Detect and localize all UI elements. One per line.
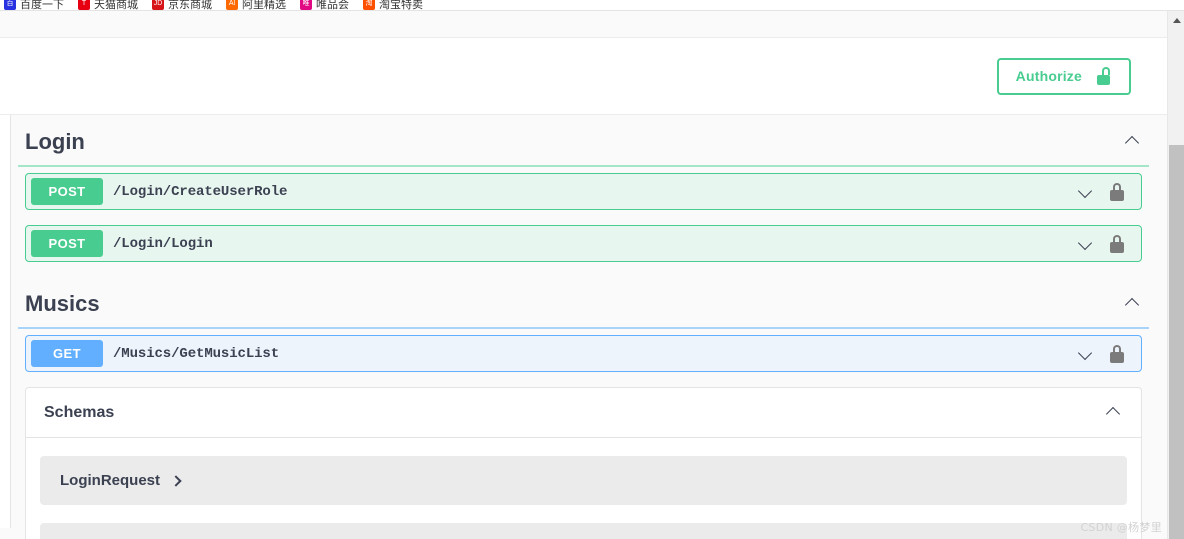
chevron-up-icon[interactable] <box>1124 295 1142 313</box>
method-badge: POST <box>31 178 103 205</box>
chevron-up-icon[interactable] <box>1124 133 1142 151</box>
swagger-ui-page: 百 百度一下 T 天猫商城 JD 京东商城 Al 阿里精选 唯 唯品会 淘 淘宝… <box>0 0 1184 539</box>
chevron-down-icon[interactable] <box>1077 235 1095 253</box>
bookmark-label: 京东商城 <box>168 0 212 11</box>
authorize-header-band: Authorize <box>0 38 1167 115</box>
tag-title: Musics <box>25 291 100 316</box>
operation-row[interactable]: GET /Musics/GetMusicList <box>25 335 1142 372</box>
method-badge: GET <box>31 340 103 367</box>
page-top-strip <box>0 11 1167 38</box>
bookmark-item[interactable]: 唯 唯品会 <box>300 0 349 11</box>
schemas-body: LoginRequest ResponseResult <box>26 438 1141 539</box>
jd-favicon-icon: JD <box>152 0 164 10</box>
schema-model-row[interactable]: ResponseResult <box>40 523 1127 539</box>
lock-icon[interactable] <box>1109 182 1125 202</box>
bookmark-label: 百度一下 <box>20 0 64 11</box>
bookmark-label: 唯品会 <box>316 0 349 11</box>
bookmark-item[interactable]: T 天猫商城 <box>78 0 138 11</box>
bookmark-item[interactable]: 百 百度一下 <box>4 0 64 11</box>
operations-list-musics: GET /Musics/GetMusicList <box>18 329 1149 372</box>
bookmark-label: 阿里精选 <box>242 0 286 11</box>
operation-actions <box>1077 182 1133 202</box>
lock-icon[interactable] <box>1109 234 1125 254</box>
bookmark-label: 淘宝特卖 <box>379 0 423 11</box>
schemas-title: Schemas <box>44 404 115 421</box>
schema-model-row[interactable]: LoginRequest <box>40 456 1127 505</box>
scroll-up-arrow-icon[interactable] <box>1168 11 1184 28</box>
operation-actions <box>1077 234 1133 254</box>
browser-bookmarks-bar: 百 百度一下 T 天猫商城 JD 京东商城 Al 阿里精选 唯 唯品会 淘 淘宝… <box>0 0 1184 11</box>
vip-favicon-icon: 唯 <box>300 0 312 10</box>
tag-section-musics: Musics GET /Musics/GetMusicList <box>18 277 1149 372</box>
lock-icon[interactable] <box>1109 344 1125 364</box>
operations-list-login: POST /Login/CreateUserRole POST /Login/L… <box>18 167 1149 262</box>
chevron-down-icon[interactable] <box>1077 183 1095 201</box>
operation-row[interactable]: POST /Login/Login <box>25 225 1142 262</box>
chevron-right-icon[interactable] <box>171 475 182 486</box>
tag-header-login[interactable]: Login <box>18 115 1149 165</box>
schema-model-name: LoginRequest <box>60 472 160 489</box>
tag-section-login: Login POST /Login/CreateUserRole POST /L… <box>18 115 1149 262</box>
taobao-favicon-icon: 淘 <box>363 0 375 10</box>
bookmark-label: 天猫商城 <box>94 0 138 11</box>
schemas-panel: Schemas LoginRequest ResponseResult <box>25 387 1142 539</box>
schemas-header[interactable]: Schemas <box>26 388 1141 438</box>
scrollbar-thumb[interactable] <box>1169 145 1184 539</box>
chevron-up-icon[interactable] <box>1105 404 1123 422</box>
chevron-down-icon[interactable] <box>1077 345 1095 363</box>
operation-path: /Musics/GetMusicList <box>113 345 280 362</box>
unlock-icon <box>1095 66 1112 86</box>
vertical-scrollbar[interactable] <box>1167 11 1184 539</box>
operation-path: /Login/Login <box>113 235 213 252</box>
bookmark-item[interactable]: Al 阿里精选 <box>226 0 286 11</box>
tag-header-musics[interactable]: Musics <box>18 277 1149 327</box>
tmall-favicon-icon: T <box>78 0 90 10</box>
operation-path: /Login/CreateUserRole <box>113 183 288 200</box>
tag-title: Login <box>25 129 85 154</box>
authorize-button-label: Authorize <box>1015 68 1082 84</box>
bookmark-item[interactable]: JD 京东商城 <box>152 0 212 11</box>
operation-row[interactable]: POST /Login/CreateUserRole <box>25 173 1142 210</box>
authorize-button[interactable]: Authorize <box>996 57 1131 95</box>
alibaba-favicon-icon: Al <box>226 0 238 10</box>
page-scroll-area: Authorize Login POST /Login/CreateUserRo… <box>0 11 1167 539</box>
bookmark-item[interactable]: 淘 淘宝特卖 <box>363 0 423 11</box>
api-content: Login POST /Login/CreateUserRole POST /L… <box>0 115 1167 539</box>
method-badge: POST <box>31 230 103 257</box>
operation-actions <box>1077 344 1133 364</box>
page-left-gutter <box>0 115 11 528</box>
baidu-favicon-icon: 百 <box>4 0 16 10</box>
